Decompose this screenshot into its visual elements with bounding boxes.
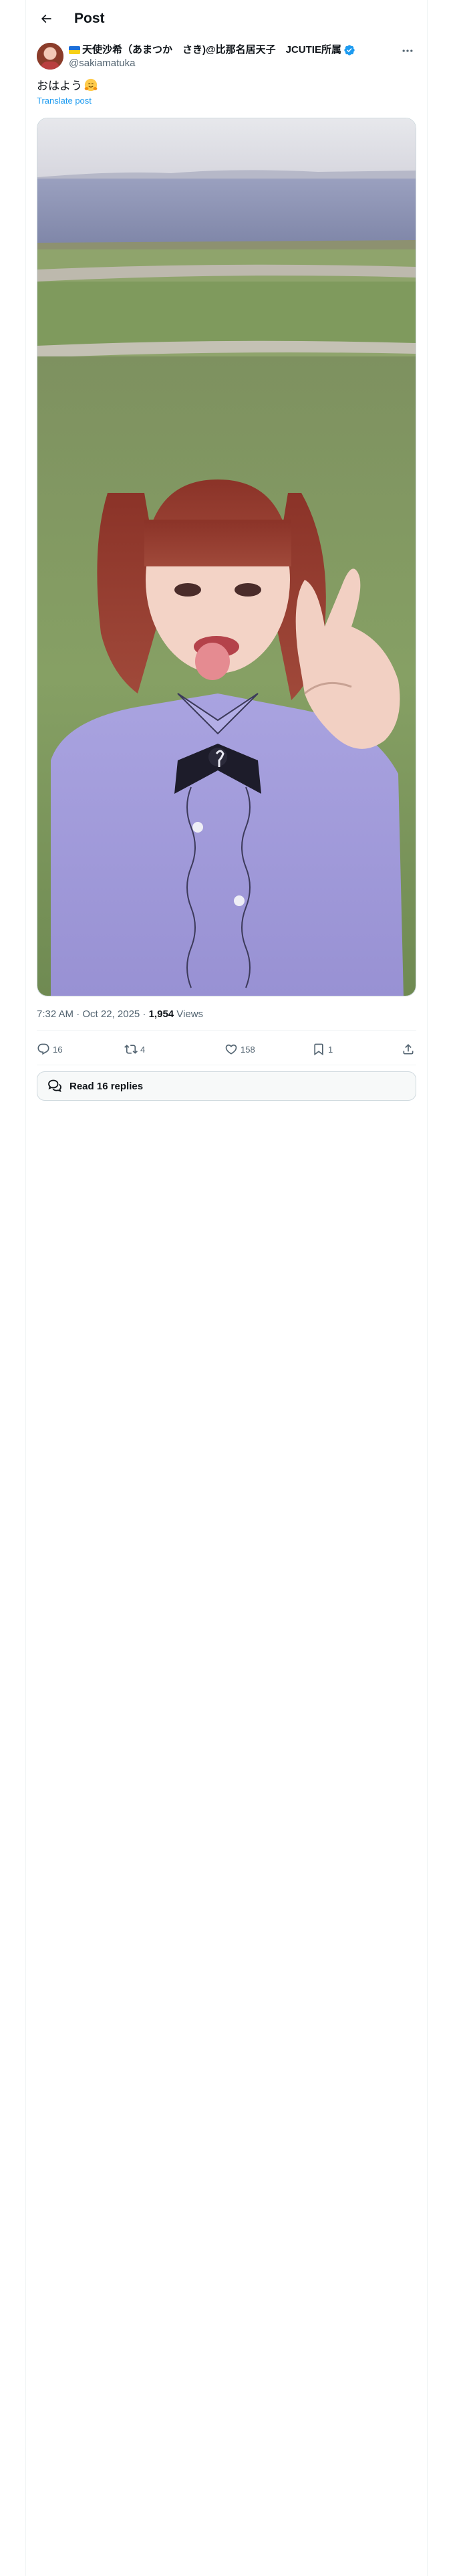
more-options-button[interactable] — [398, 43, 418, 59]
bookmark-icon — [314, 1043, 323, 1056]
reply-count: 16 — [53, 1044, 63, 1055]
avatar[interactable] — [37, 43, 63, 70]
post-text-content: おはよう — [37, 80, 82, 92]
repost-button[interactable]: 4 — [124, 1037, 145, 1061]
ukraine-flag-icon — [69, 46, 80, 54]
read-replies-button[interactable]: Read 16 replies — [37, 1071, 416, 1101]
post-timestamp: 7:32 AM · Oct 22, 2025 · 1,954 Views — [37, 1008, 203, 1021]
author-handle[interactable]: @sakiamatuka — [69, 57, 135, 70]
top-bar: Post — [26, 0, 427, 37]
page-title: Post — [74, 11, 105, 26]
speech-bubbles-icon — [48, 1079, 61, 1093]
like-button[interactable]: 158 — [224, 1037, 255, 1061]
share-icon — [403, 1044, 414, 1055]
arrow-left-icon — [41, 14, 51, 23]
post-author: 天使沙希（あまつか さき)@比那名居天子 JCUTIE所属 @sakiamatu… — [37, 43, 418, 72]
reply-icon — [37, 1043, 49, 1055]
hugging-face-emoji-icon — [84, 78, 98, 92]
timestamp-text[interactable]: 7:32 AM · Oct 22, 2025 · — [37, 1008, 149, 1020]
post-text: おはよう — [37, 78, 98, 94]
read-replies-label: Read 16 replies — [69, 1080, 144, 1092]
post-actions: 16 4 158 1 — [37, 1037, 416, 1061]
views-count: 1,954 — [148, 1008, 174, 1020]
primary-column: Post 天使沙希（あまつか さき)@比那名居天子 JCUTIE所属 @saki… — [25, 0, 428, 2576]
repost-icon — [124, 1045, 138, 1054]
divider — [37, 1030, 416, 1031]
post-photo[interactable] — [37, 118, 416, 996]
display-name-text: 天使沙希（あまつか さき)@比那名居天子 JCUTIE所属 — [82, 44, 341, 56]
verified-badge-icon — [344, 45, 355, 56]
back-button[interactable] — [37, 9, 55, 28]
reply-button[interactable]: 16 — [37, 1037, 62, 1061]
views-label: Views — [174, 1008, 204, 1020]
share-button[interactable] — [402, 1037, 415, 1061]
like-count: 158 — [241, 1044, 255, 1055]
author-display-name[interactable]: 天使沙希（あまつか さき)@比那名居天子 JCUTIE所属 — [69, 43, 383, 57]
repost-count: 4 — [140, 1044, 146, 1055]
heart-icon — [225, 1044, 237, 1055]
bookmark-button[interactable]: 1 — [312, 1037, 333, 1061]
translate-post-link[interactable]: Translate post — [37, 95, 92, 107]
more-horizontal-icon — [402, 49, 413, 52]
bookmark-count: 1 — [328, 1044, 333, 1055]
selfie-photo — [37, 118, 416, 996]
